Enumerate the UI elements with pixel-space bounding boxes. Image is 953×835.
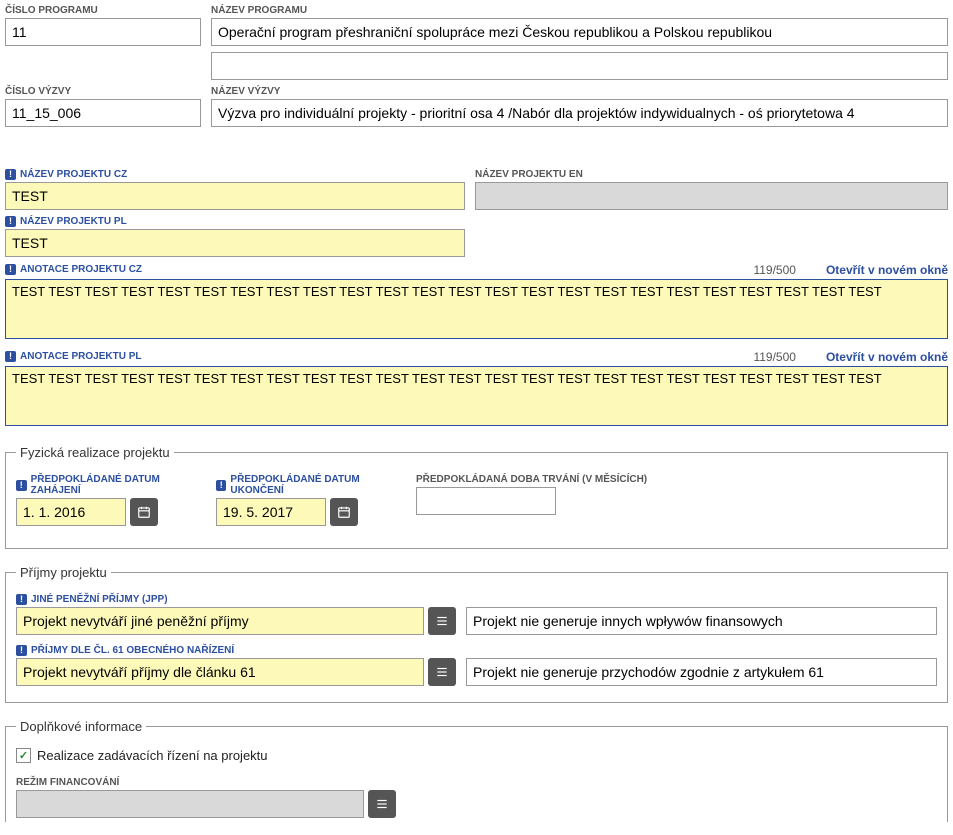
required-icon: !	[16, 645, 27, 656]
call-name-label: Název výzvy	[211, 86, 948, 97]
tender-checkbox[interactable]: ✓	[16, 748, 31, 763]
jpp-label: ! Jiné peněžní příjmy (JPP)	[16, 594, 937, 605]
required-icon: !	[216, 480, 226, 491]
required-icon: !	[5, 351, 16, 362]
list-icon[interactable]	[428, 658, 456, 686]
project-name-pl-label: ! Název projektu PL	[5, 216, 465, 227]
annotation-cz-label: ! Anotace projektu CZ	[5, 264, 142, 275]
annotation-pl-counter: 119/500	[753, 350, 796, 364]
annotation-pl-textarea[interactable]	[5, 366, 948, 426]
program-extra-field[interactable]	[211, 52, 948, 80]
end-date-label: ! Předpokládané datum ukončení	[216, 474, 406, 496]
physical-realization-legend: Fyzická realizace projektu	[16, 445, 174, 460]
start-date-label: ! Předpokládané datum zahájení	[16, 474, 206, 496]
program-name-label: Název programu	[211, 5, 948, 16]
financing-mode-label: Režim financování	[16, 777, 937, 788]
project-name-cz-field[interactable]	[5, 182, 465, 210]
duration-field[interactable]	[416, 487, 556, 515]
project-name-en-field[interactable]	[475, 182, 948, 210]
additional-info-legend: Doplňkové informace	[16, 719, 146, 734]
annotation-pl-label: ! Anotace projektu PL	[5, 351, 142, 362]
calendar-icon[interactable]	[130, 498, 158, 526]
required-icon: !	[5, 264, 16, 275]
call-name-field[interactable]	[211, 99, 948, 127]
calendar-icon[interactable]	[330, 498, 358, 526]
required-icon: !	[16, 480, 27, 491]
tender-checkbox-label: Realizace zadávacích řízení na projektu	[37, 748, 268, 763]
project-name-cz-label: ! Název projektu CZ	[5, 169, 465, 180]
call-number-field[interactable]	[5, 99, 201, 127]
list-icon[interactable]	[368, 790, 396, 818]
income-fieldset: Příjmy projektu ! Jiné peněžní příjmy (J…	[5, 565, 948, 703]
project-name-pl-field[interactable]	[5, 229, 465, 257]
program-name-field[interactable]	[211, 18, 948, 46]
jpp-translation-field	[466, 607, 937, 635]
start-date-field[interactable]	[16, 498, 126, 526]
income-legend: Příjmy projektu	[16, 565, 111, 580]
call-number-label: Číslo výzvy	[5, 86, 201, 97]
project-name-en-label: Název projektu EN	[475, 169, 948, 180]
annotation-cz-counter: 119/500	[753, 263, 796, 277]
cl61-translation-field	[466, 658, 937, 686]
additional-info-fieldset: Doplňkové informace ✓ Realizace zadávací…	[5, 719, 948, 822]
open-new-window-link[interactable]: Otevřít v novém okně	[826, 263, 948, 277]
annotation-cz-textarea[interactable]	[5, 279, 948, 339]
program-number-field[interactable]	[5, 18, 201, 46]
cl61-label: ! Příjmy dle čl. 61 obecného nařízení	[16, 645, 937, 656]
financing-mode-field[interactable]	[16, 790, 364, 818]
duration-label: Předpokládaná doba trvání (v měsících)	[416, 474, 656, 485]
required-icon: !	[16, 594, 27, 605]
list-icon[interactable]	[428, 607, 456, 635]
open-new-window-link[interactable]: Otevřít v novém okně	[826, 350, 948, 364]
jpp-field[interactable]	[16, 607, 424, 635]
required-icon: !	[5, 169, 16, 180]
physical-realization-fieldset: Fyzická realizace projektu ! Předpokláda…	[5, 445, 948, 549]
program-number-label: Číslo programu	[5, 5, 201, 16]
required-icon: !	[5, 216, 16, 227]
end-date-field[interactable]	[216, 498, 326, 526]
cl61-field[interactable]	[16, 658, 424, 686]
